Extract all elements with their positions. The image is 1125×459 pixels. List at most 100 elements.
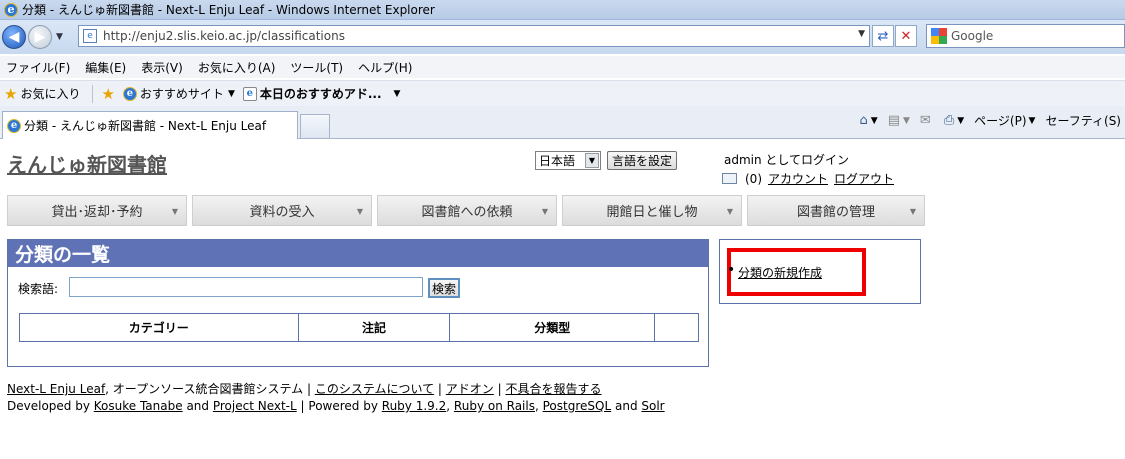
recent-pages-chevron-down-icon[interactable]: ▼: [56, 32, 63, 42]
login-status: admin としてログイン: [724, 153, 850, 167]
new-classification-link[interactable]: 分類の新規作成: [738, 264, 822, 281]
bullet: •: [727, 262, 736, 278]
home-icon: ⌂: [859, 113, 868, 128]
search-box[interactable]: Google: [926, 24, 1125, 48]
rss-icon: ▤: [887, 113, 900, 128]
tab-page-icon: e: [7, 118, 21, 133]
window-title: 分類 - えんじゅ新図書館 - Next-L Enju Leaf - Windo…: [22, 3, 435, 17]
classification-list-panel: 分類の一覧 検索語: 検索 カテゴリー 注記 分類型: [7, 239, 709, 367]
developed-by-text: Developed by: [7, 399, 90, 413]
menu-bar: ファイル(F) 編集(E) 表示(V) お気に入り(A) ツール(T) ヘルプ(…: [0, 56, 1125, 78]
tagline: , オープンソース統合図書館システム: [105, 382, 304, 396]
addons-link[interactable]: アドオン: [446, 382, 494, 396]
language-selected-value: 日本語: [539, 154, 576, 168]
message-icon[interactable]: [722, 173, 737, 184]
set-language-button[interactable]: 言語を設定: [607, 151, 678, 170]
address-bar[interactable]: e http://enju2.slis.keio.ac.jp/classific…: [78, 25, 870, 47]
page-icon: e: [83, 29, 97, 43]
addons-gallery-icon: e: [242, 86, 257, 101]
tab-classifications[interactable]: e 分類 - えんじゅ新図書館 - Next-L Enju Leaf: [2, 111, 298, 139]
column-category[interactable]: カテゴリー: [19, 313, 299, 342]
site-title[interactable]: えんじゅ新図書館: [7, 149, 167, 178]
address-toolbar: ◀ ▶ ▼ e http://enju2.slis.keio.ac.jp/cla…: [0, 20, 1125, 54]
menu-tools[interactable]: ツール(T): [290, 59, 343, 76]
google-icon: [931, 28, 947, 44]
author-link[interactable]: Kosuke Tanabe: [94, 399, 183, 413]
nav-circulation[interactable]: 貸出･返却･予約 ▼: [7, 195, 187, 226]
page-menu-label: ページ(P): [974, 114, 1027, 128]
product-link[interactable]: Next-L Enju Leaf: [7, 382, 105, 396]
add-favorite-icon[interactable]: ★: [101, 85, 114, 103]
chevron-down-icon: ▼: [356, 207, 363, 216]
nav-events-label: 開館日と催し物: [606, 205, 698, 220]
ie-logo-icon: e: [4, 2, 18, 17]
chevron-down-icon: ▼: [909, 207, 916, 216]
page-title: 分類の一覧: [8, 240, 708, 267]
nav-admin[interactable]: 図書館の管理 ▼: [747, 195, 925, 226]
safety-menu-label: セーフティ(S): [1045, 114, 1121, 128]
window-title-bar: e 分類 - えんじゅ新図書館 - Next-L Enju Leaf - Win…: [0, 0, 1125, 20]
nav-acquisition-label: 資料の受入: [249, 205, 315, 220]
nav-request[interactable]: 図書館への依頼 ▼: [377, 195, 557, 226]
chevron-down-icon: ▼: [585, 153, 599, 168]
postgresql-link[interactable]: PostgreSQL: [543, 399, 612, 413]
mail-button[interactable]: ✉: [920, 113, 934, 128]
chevron-down-icon[interactable]: ▼: [394, 89, 401, 99]
new-tab-button[interactable]: [300, 114, 330, 138]
suggested-sites-link[interactable]: おすすめサイト: [140, 85, 224, 102]
logout-link[interactable]: ログアウト: [834, 170, 894, 187]
favorites-star-icon: ★: [4, 84, 18, 103]
column-actions: [654, 313, 699, 342]
chevron-down-icon[interactable]: ▼: [228, 89, 235, 99]
account-link[interactable]: アカウント: [768, 170, 828, 187]
sidebar-panel: • 分類の新規作成: [719, 239, 921, 304]
today-addons-link[interactable]: 本日のおすすめアド...: [260, 85, 382, 102]
refresh-icon[interactable]: ⇄: [872, 25, 894, 47]
menu-edit[interactable]: 編集(E): [85, 59, 126, 76]
menu-view[interactable]: 表示(V): [141, 59, 183, 76]
address-dropdown-icon[interactable]: ▼: [858, 29, 865, 39]
home-button[interactable]: ⌂ ▼: [860, 113, 878, 128]
table-header-row: カテゴリー 注記 分類型: [19, 313, 699, 342]
chevron-down-icon: ▼: [726, 207, 733, 216]
comma: ,: [446, 399, 451, 413]
tab-title: 分類 - えんじゅ新図書館 - Next-L Enju Leaf: [24, 119, 267, 133]
mail-icon: ✉: [919, 113, 931, 128]
nav-admin-label: 図書館の管理: [796, 205, 875, 220]
search-button[interactable]: 検索: [428, 278, 461, 298]
solr-link[interactable]: Solr: [641, 399, 664, 413]
about-link[interactable]: このシステムについて: [315, 382, 434, 396]
ruby-link[interactable]: Ruby 1.9.2: [382, 399, 446, 413]
search-input[interactable]: [69, 277, 423, 297]
rails-link[interactable]: Ruby on Rails: [454, 399, 535, 413]
project-link[interactable]: Project Next-L: [213, 399, 297, 413]
feeds-button[interactable]: ▤ ▼: [888, 113, 910, 128]
forward-button[interactable]: ▶: [28, 25, 52, 49]
nav-events[interactable]: 開館日と催し物 ▼: [562, 195, 742, 226]
report-bug-link[interactable]: 不具合を報告する: [505, 382, 601, 396]
column-classification-type[interactable]: 分類型: [449, 313, 656, 342]
command-bar: ⌂ ▼ ▤ ▼ ✉ ⎙ ▼ ページ(P) ▼ セーフティ(S): [850, 112, 1121, 129]
powered-by-text: | Powered by: [300, 399, 378, 413]
search-label: 検索語:: [18, 282, 59, 296]
favorites-button[interactable]: お気に入り: [20, 85, 80, 102]
divider: |: [437, 382, 446, 396]
footer-line-2: Developed by Kosuke Tanabe and Project N…: [7, 399, 665, 413]
back-button[interactable]: ◀: [2, 25, 26, 49]
menu-favorites[interactable]: お気に入り(A): [198, 59, 276, 76]
classification-table: カテゴリー 注記 分類型: [19, 313, 699, 342]
column-note[interactable]: 注記: [297, 313, 451, 342]
divider: |: [306, 382, 315, 396]
menu-help[interactable]: ヘルプ(H): [358, 59, 412, 76]
comma: ,: [534, 399, 539, 413]
print-button[interactable]: ⎙ ▼: [944, 113, 964, 128]
menu-file[interactable]: ファイル(F): [6, 59, 70, 76]
web-page: えんじゅ新図書館 日本語 ▼ 言語を設定 admin としてログイン (0) ア…: [0, 140, 1125, 459]
safety-menu[interactable]: セーフティ(S): [1045, 112, 1121, 129]
nav-acquisition[interactable]: 資料の受入 ▼: [192, 195, 372, 226]
chevron-down-icon: ▼: [541, 207, 548, 216]
suggested-sites-icon: e: [122, 86, 137, 101]
stop-icon[interactable]: ✕: [895, 25, 917, 47]
page-menu[interactable]: ページ(P) ▼: [974, 112, 1035, 129]
language-select[interactable]: 日本語 ▼: [535, 151, 601, 170]
